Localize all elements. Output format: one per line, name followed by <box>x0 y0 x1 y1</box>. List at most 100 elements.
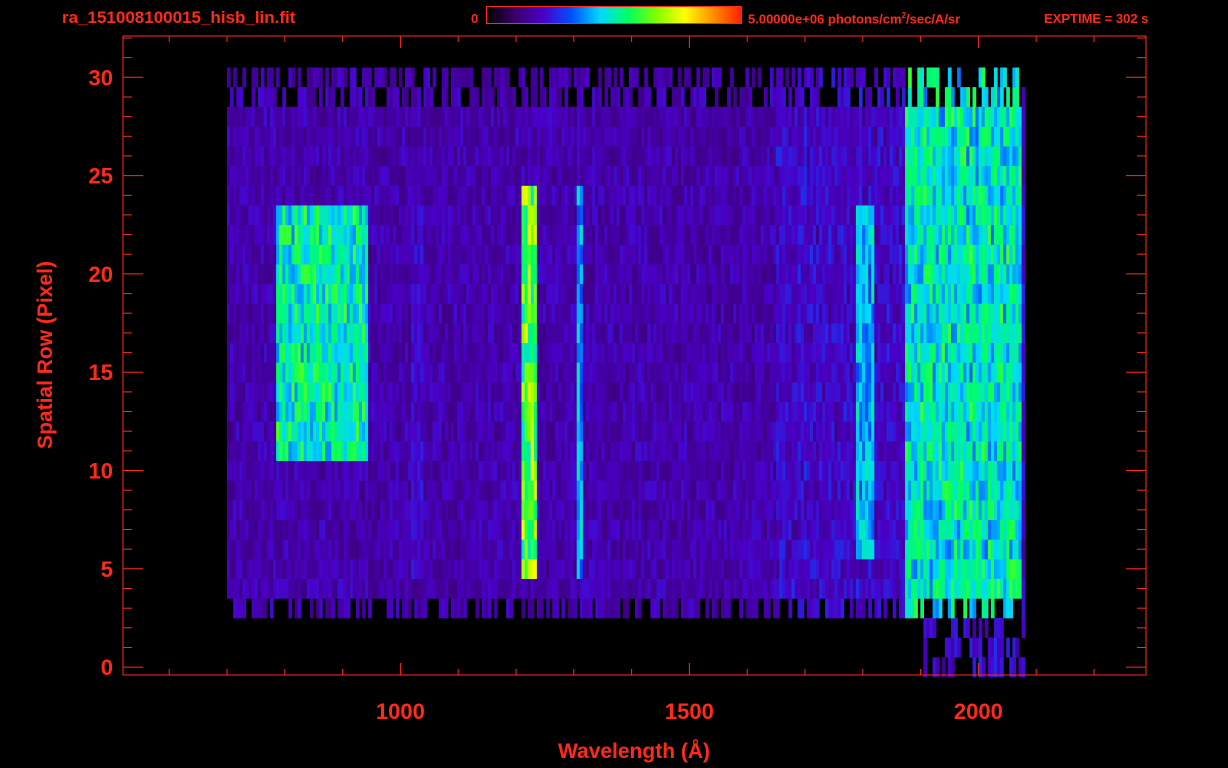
heatmap-cell <box>1000 657 1004 678</box>
heatmap-cell <box>1021 382 1026 402</box>
heatmap-cell <box>800 598 805 619</box>
heatmap-cell <box>914 598 918 619</box>
heatmap-cell <box>616 598 621 619</box>
heatmap-cell <box>331 598 335 619</box>
heatmap-cell <box>990 598 995 619</box>
heatmap-cell <box>530 598 535 619</box>
heatmap-cell <box>972 657 977 678</box>
heatmap-cell <box>270 598 274 619</box>
heatmap-cell <box>1021 323 1026 344</box>
heatmap-cell <box>625 598 630 619</box>
heatmap-cell <box>935 657 940 678</box>
heatmap-cell <box>923 657 928 678</box>
heatmap-cell <box>319 598 323 619</box>
heatmap-cell <box>509 598 513 619</box>
heatmap-cell <box>1021 480 1026 501</box>
heatmap-cell <box>475 598 480 619</box>
heatmap-cell <box>788 598 793 619</box>
heatmap-cell <box>674 598 679 619</box>
heatmap-cell <box>1021 618 1026 638</box>
heatmap-cell <box>877 598 882 619</box>
heatmap-cell <box>984 598 989 619</box>
heatmap-cell <box>362 598 366 619</box>
heatmap-cell <box>972 618 977 638</box>
heatmap-cell <box>972 598 977 619</box>
heatmap-cell <box>923 637 928 658</box>
heatmap-cell <box>840 598 845 619</box>
heatmap-cell <box>408 598 412 619</box>
heatmap-cell <box>389 598 394 619</box>
heatmap-cell <box>920 598 924 619</box>
heatmap-cell <box>1021 539 1026 560</box>
heatmap-cell <box>1021 264 1026 285</box>
heatmap-cell <box>754 598 759 619</box>
heatmap-cell <box>309 598 314 619</box>
heatmap-cell <box>978 637 983 658</box>
heatmap-cell <box>951 598 955 619</box>
heatmap-cell <box>849 598 854 619</box>
heatmap-cell <box>1021 441 1026 461</box>
heatmap-cell <box>957 637 961 658</box>
heatmap-cell <box>1012 657 1017 678</box>
heatmap-cell <box>297 598 302 619</box>
heatmap-cell <box>984 618 989 638</box>
heatmap-cell <box>883 598 888 619</box>
heatmap-cell <box>938 598 943 619</box>
heatmap-cell <box>978 618 983 638</box>
heatmap-cell <box>868 598 872 619</box>
heatmap-cell <box>714 598 719 619</box>
heatmap-cell <box>487 598 492 619</box>
heatmap-cell <box>355 598 360 619</box>
heatmap-cell <box>638 598 642 619</box>
heatmap-cell <box>892 598 897 619</box>
heatmap-cell <box>395 598 400 619</box>
heatmap-cell <box>696 598 701 619</box>
heatmap-cell <box>966 618 970 638</box>
heatmap-cell <box>368 598 372 619</box>
heatmap-cell <box>951 657 955 678</box>
heatmap-cell <box>1021 578 1026 599</box>
heatmap-cell <box>981 657 986 678</box>
heatmap-cell <box>1021 460 1026 481</box>
heatmap-cell <box>589 598 593 619</box>
heatmap-cell <box>739 598 743 619</box>
heatmap-cell <box>444 598 449 619</box>
heatmap-cell <box>1021 657 1026 678</box>
heatmap-cell <box>705 598 710 619</box>
heatmap-cell <box>941 657 946 678</box>
spectrum-plot: 1000 1500 2000051015202530 Wavelength (Å) … <box>34 35 1147 763</box>
heatmap-cell <box>463 598 467 619</box>
heatmap-cell <box>776 598 780 619</box>
heatmap-cell <box>1021 598 1026 619</box>
heatmap-cell <box>423 598 428 619</box>
heatmap-cell <box>1021 244 1026 265</box>
heatmap-cell <box>539 598 544 619</box>
heatmap-cell <box>1000 637 1004 658</box>
heatmap-cell <box>1021 421 1026 442</box>
heatmap-cell <box>521 598 526 619</box>
heatmap-cell <box>493 598 498 619</box>
heatmap-cell <box>954 618 958 638</box>
heatmap-cell <box>288 598 293 619</box>
heatmap-cell <box>1000 618 1004 638</box>
heatmap-cell <box>963 598 967 619</box>
heatmap-cell <box>1021 303 1026 324</box>
heatmap-cell <box>573 598 578 619</box>
heatmap-cell <box>1021 283 1026 304</box>
heatmap-cell <box>727 598 731 619</box>
heatmap-layer <box>227 67 1026 678</box>
heatmap-cell <box>862 598 866 619</box>
heatmap-cell <box>546 598 550 619</box>
heatmap-cell <box>1021 362 1026 383</box>
heatmap-cell <box>1021 519 1026 540</box>
heatmap-cell <box>1009 598 1013 619</box>
heatmap-cell <box>561 598 566 619</box>
heatmap-cell <box>766 598 771 619</box>
heatmap-cell <box>1021 500 1026 520</box>
heatmap-cell <box>242 598 247 619</box>
heatmap-cell <box>1006 637 1010 658</box>
heatmap-cell <box>1021 401 1026 422</box>
heatmap-cell <box>346 598 351 619</box>
heatmap-cell <box>1021 342 1026 363</box>
heatmap-cell <box>1015 637 1020 658</box>
